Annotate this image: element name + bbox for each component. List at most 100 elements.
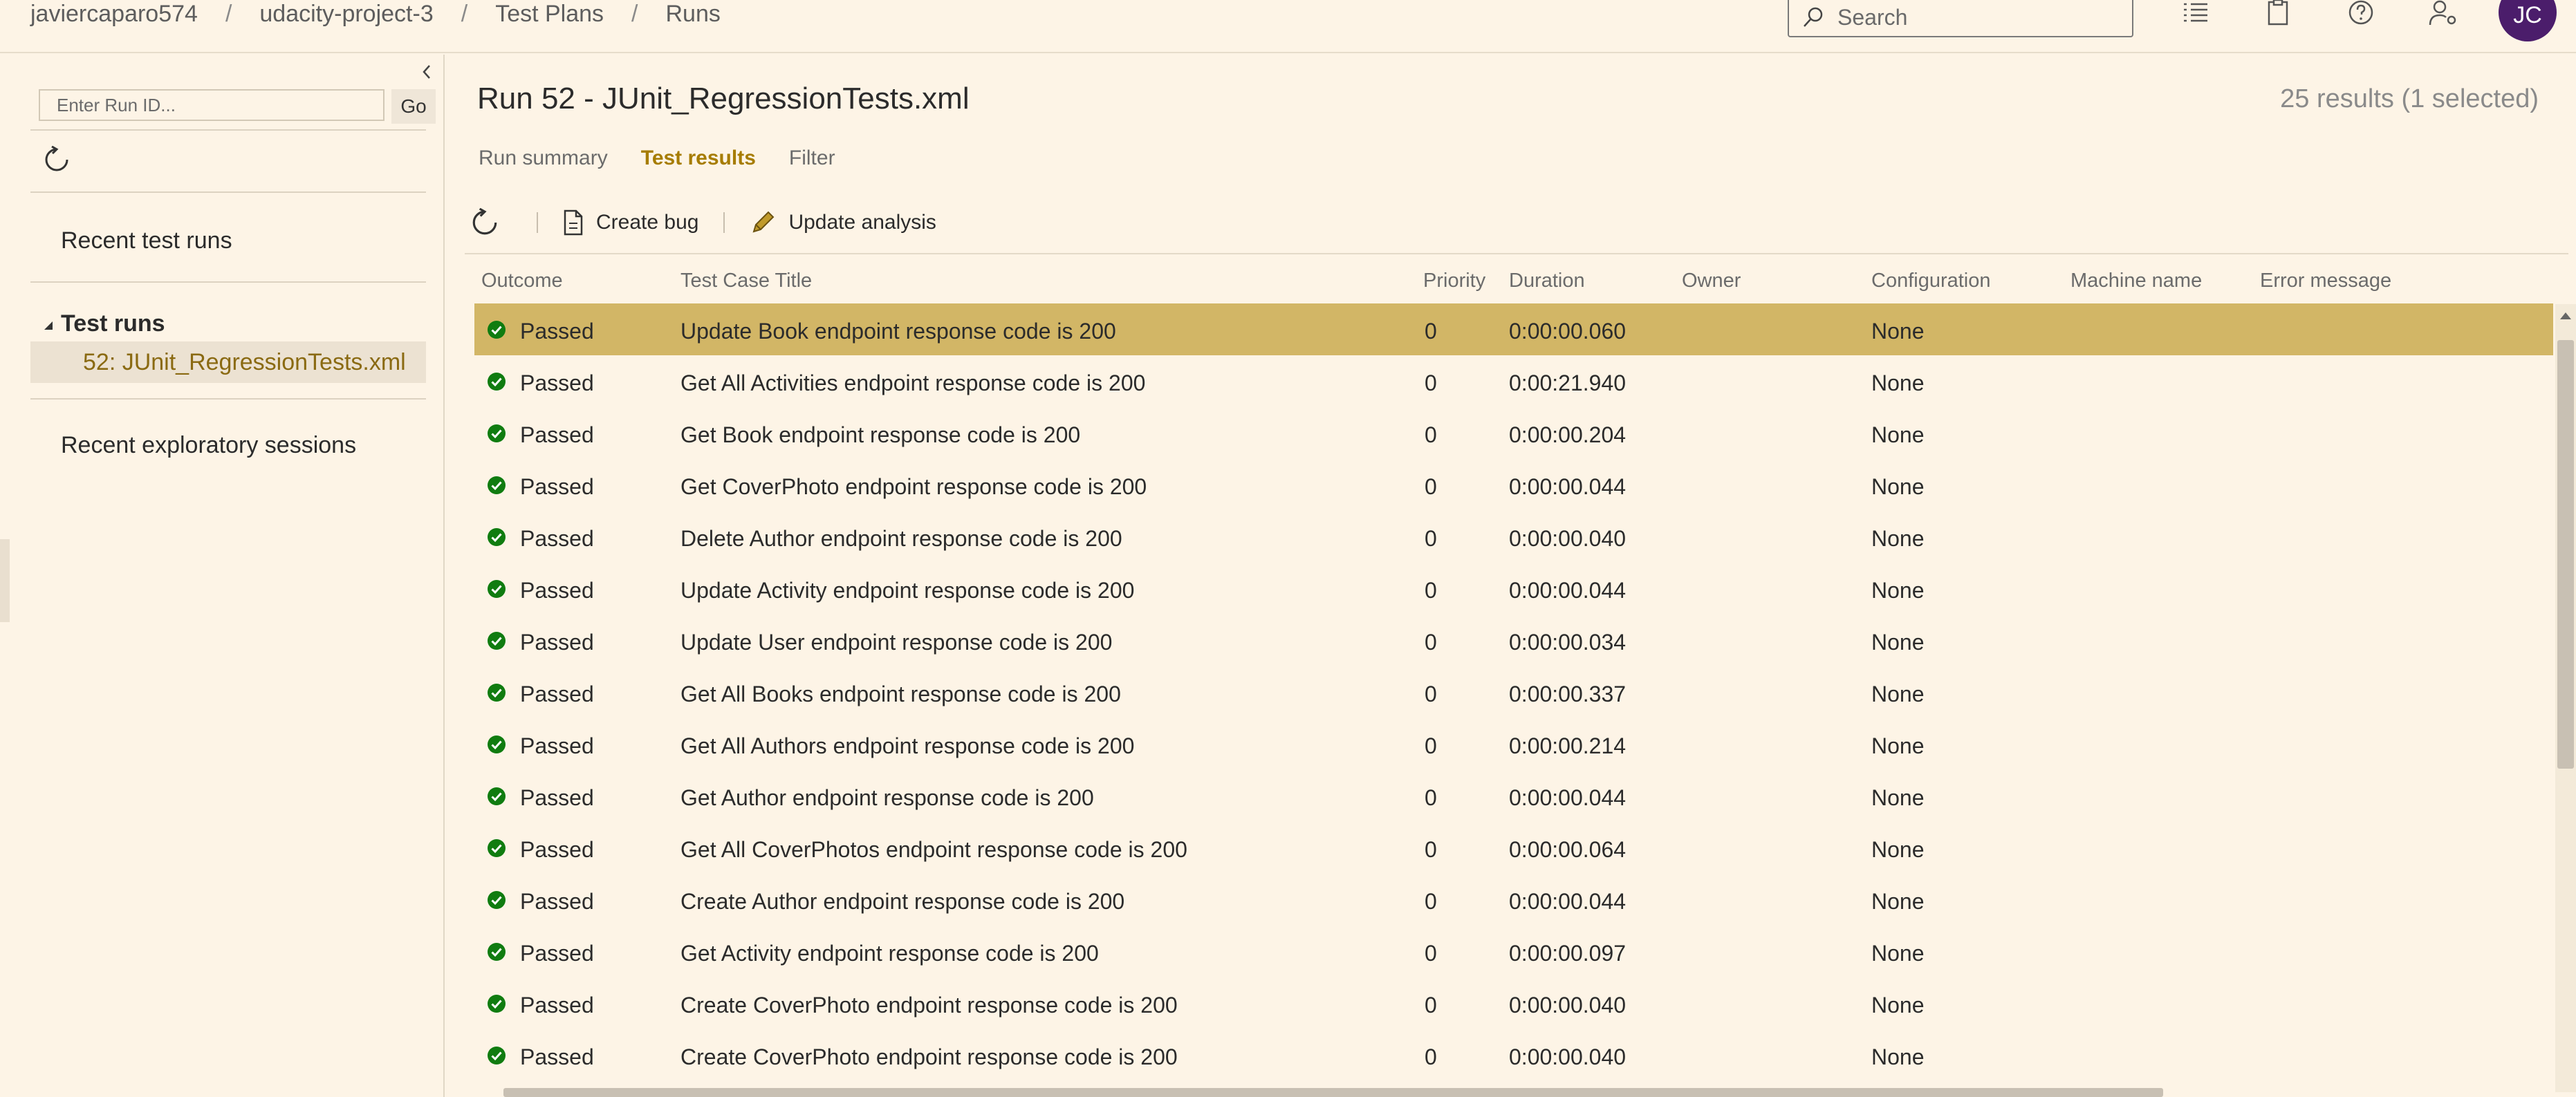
recent-exploratory-sessions-link[interactable]: Recent exploratory sessions (61, 432, 356, 459)
breadcrumb: javiercaparo574 / udacity-project-3 / Te… (30, 0, 721, 29)
cell-outcome: Passed (520, 630, 594, 655)
cell-outcome: Passed (520, 319, 594, 344)
tab-filter[interactable]: Filter (789, 147, 835, 170)
table-row[interactable]: Passed Delete Author endpoint response co… (474, 511, 2553, 563)
cell-title: Delete Author endpoint response code is … (680, 526, 1122, 551)
scroll-up-arrow-icon[interactable] (2557, 308, 2574, 325)
vertical-scrollbar-thumb[interactable] (2557, 340, 2574, 769)
passed-check-icon (488, 528, 506, 546)
cell-title: Update User endpoint response code is 20… (680, 630, 1113, 655)
table-row[interactable]: Passed Get Author endpoint response code … (474, 770, 2553, 822)
caret-down-icon (44, 321, 53, 330)
document-icon (564, 209, 583, 236)
cell-configuration: None (1871, 837, 1925, 862)
tab-test-results[interactable]: Test results (641, 147, 756, 170)
cell-configuration: None (1871, 993, 1925, 1018)
go-button[interactable]: Go (391, 89, 436, 124)
breadcrumb-separator: / (461, 0, 468, 27)
window-edge (0, 539, 10, 622)
update-analysis-label: Update analysis (788, 211, 936, 234)
breadcrumb-project[interactable]: udacity-project-3 (259, 1, 433, 28)
cell-outcome: Passed (520, 422, 594, 447)
column-header-outcome[interactable]: Outcome (481, 270, 563, 292)
passed-check-icon (488, 943, 506, 961)
table-row[interactable]: Passed Get Book endpoint response code is… (474, 407, 2553, 459)
search-box[interactable] (1788, 0, 2133, 37)
table-row[interactable]: Passed Update User endpoint response code… (474, 615, 2553, 666)
table-row[interactable]: Passed Get All Books endpoint response co… (474, 666, 2553, 718)
horizontal-scrollbar-thumb[interactable] (503, 1088, 2163, 1097)
passed-check-icon (488, 632, 506, 650)
column-header-configuration[interactable]: Configuration (1871, 270, 1991, 292)
column-header-title[interactable]: Test Case Title (680, 270, 812, 292)
table-row[interactable]: Passed Get CoverPhoto endpoint response c… (474, 459, 2553, 511)
cell-configuration: None (1871, 785, 1925, 810)
cell-priority: 0 (1425, 682, 1437, 706)
column-header-error-message[interactable]: Error message (2260, 270, 2391, 292)
create-bug-label: Create bug (596, 211, 699, 234)
cell-priority: 0 (1425, 474, 1437, 499)
tree-item-selected-run[interactable]: 52: JUnit_RegressionTests.xml (30, 341, 426, 383)
breadcrumb-org[interactable]: javiercaparo574 (30, 1, 198, 28)
cell-priority: 0 (1425, 422, 1437, 447)
column-header-owner[interactable]: Owner (1682, 270, 1741, 292)
divider (30, 398, 426, 400)
user-settings-icon[interactable] (2425, 0, 2463, 26)
cell-title: Get CoverPhoto endpoint response code is… (680, 474, 1147, 499)
column-header-priority[interactable]: Priority (1423, 270, 1485, 292)
search-icon (1804, 7, 1823, 27)
table-row[interactable]: Passed Get All Authors endpoint response … (474, 718, 2553, 770)
test-runs-tree-header[interactable]: Test runs (41, 310, 165, 337)
cell-duration: 0:00:00.040 (1509, 1044, 1627, 1069)
cell-configuration: None (1871, 682, 1925, 706)
refresh-runs-button[interactable] (43, 145, 71, 177)
column-header-duration[interactable]: Duration (1509, 270, 1585, 292)
passed-check-icon (488, 787, 506, 805)
cell-priority: 0 (1425, 941, 1437, 966)
run-id-input[interactable] (39, 89, 384, 121)
cell-duration: 0:00:00.044 (1509, 785, 1627, 810)
divider (30, 129, 426, 131)
cell-duration: 0:00:21.940 (1509, 371, 1627, 395)
breadcrumb-separator: / (225, 0, 232, 27)
cell-outcome: Passed (520, 526, 594, 551)
cell-duration: 0:00:00.044 (1509, 578, 1627, 603)
cell-priority: 0 (1425, 578, 1437, 603)
cell-title: Get All Authors endpoint response code i… (680, 733, 1135, 758)
help-icon[interactable] (2342, 0, 2380, 26)
task-list-icon[interactable] (2176, 0, 2214, 26)
search-input[interactable] (1836, 3, 2099, 31)
cell-duration: 0:00:00.097 (1509, 941, 1627, 966)
table-row[interactable]: Passed Create CoverPhoto endpoint respons… (474, 1029, 2553, 1081)
table-row[interactable]: Passed Create Author endpoint response co… (474, 874, 2553, 926)
breadcrumb-runs[interactable]: Runs (666, 1, 721, 28)
cell-title: Get Book endpoint response code is 200 (680, 422, 1081, 447)
cell-duration: 0:00:00.040 (1509, 993, 1627, 1018)
cell-title: Update Activity endpoint response code i… (680, 578, 1135, 603)
column-header-machine-name[interactable]: Machine name (2070, 270, 2202, 292)
breadcrumb-test-plans[interactable]: Test Plans (495, 1, 604, 28)
table-row[interactable]: Passed Update Activity endpoint response … (474, 563, 2553, 615)
recent-test-runs-link[interactable]: Recent test runs (61, 227, 232, 254)
cell-configuration: None (1871, 319, 1925, 344)
table-row[interactable]: Passed Get All Activities endpoint respon… (474, 355, 2553, 407)
update-analysis-button[interactable]: Update analysis (750, 209, 936, 236)
divider (465, 253, 2568, 254)
cell-duration: 0:00:00.044 (1509, 889, 1627, 914)
create-bug-button[interactable]: Create bug (563, 209, 698, 236)
tab-run-summary[interactable]: Run summary (479, 147, 608, 170)
cell-priority: 0 (1425, 837, 1437, 862)
collapse-panel-button[interactable] (418, 62, 436, 82)
cell-duration: 0:00:00.214 (1509, 733, 1627, 758)
table-row[interactable]: Passed Get All CoverPhotos endpoint respo… (474, 822, 2553, 874)
table-row[interactable]: Passed Update Book endpoint response code… (474, 303, 2553, 355)
passed-check-icon (488, 476, 506, 494)
cell-duration: 0:00:00.337 (1509, 682, 1627, 706)
table-row[interactable]: Passed Get Activity endpoint response cod… (474, 926, 2553, 977)
refresh-results-button[interactable] (470, 208, 512, 237)
passed-check-icon (488, 839, 506, 857)
table-row[interactable]: Passed Create CoverPhoto endpoint respons… (474, 977, 2553, 1029)
clipboard-icon[interactable] (2259, 0, 2297, 26)
avatar[interactable]: JC (2499, 0, 2557, 41)
cell-priority: 0 (1425, 889, 1437, 914)
